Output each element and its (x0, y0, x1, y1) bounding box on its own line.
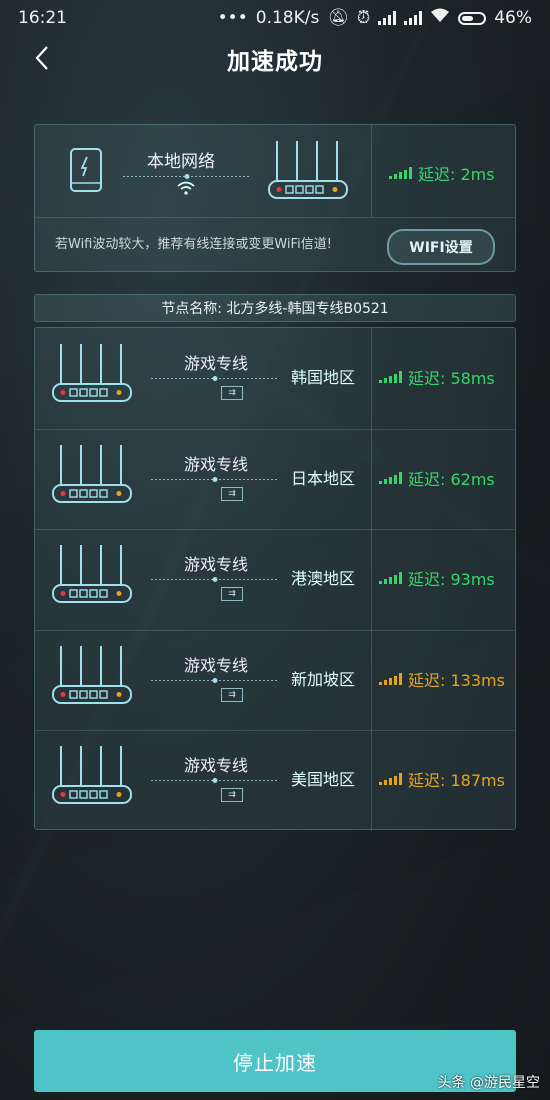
latency-bars-icon (379, 471, 402, 484)
route-latency: 延迟: 187ms (379, 767, 505, 791)
route-connection-line (151, 376, 279, 381)
page-title: 加速成功 (227, 49, 323, 75)
latency-bars-icon (389, 167, 412, 179)
network-speed: 0.18K/s (255, 8, 320, 28)
battery-level: 46% (494, 8, 532, 28)
status-time: 16:21 (18, 8, 67, 28)
local-latency-text: 延迟: 2ms (418, 165, 495, 184)
route-arrow-icon: ⇉ (221, 486, 243, 501)
local-connection-line (123, 174, 251, 179)
route-region: 新加坡区 (291, 669, 356, 689)
phone-icon (70, 148, 102, 192)
more-dots-icon: ••• (217, 8, 248, 28)
router-icon (52, 746, 132, 805)
route-latency: 延迟: 133ms (379, 667, 505, 691)
latency-divider (371, 125, 372, 217)
latency-bars-icon (379, 371, 402, 383)
route-latency-text: 延迟: 58ms (408, 369, 495, 388)
route-line-label: 游戏专线 (183, 655, 248, 675)
router-icon (52, 444, 132, 503)
route-latency-text: 延迟: 93ms (408, 570, 495, 590)
local-network-label: 本地网络 (147, 152, 215, 172)
mute-icon: 🔕︎ (327, 8, 349, 28)
route-connection-line (151, 577, 279, 583)
route-connection-line (151, 677, 279, 683)
status-bar: 16:21 ••• 0.18K/s 🔕︎ ⏰︎ 46% (0, 0, 550, 36)
route-latency: 延迟: 93ms (379, 566, 495, 590)
router-icon (52, 344, 132, 402)
route-line-label: 游戏专线 (183, 555, 248, 575)
route-list: 游戏专线 ⇉ 韩国地区 延迟: 58ms 游戏专线 ⇉ 日本地区 延迟: 62m… (34, 327, 516, 831)
route-latency: 延迟: 62ms (379, 466, 495, 490)
node-name: 节点名称: 北方多线-韩国专线B0521 (161, 301, 389, 317)
route-row: 游戏专线 ⇉ 新加坡区 延迟: 133ms (35, 630, 515, 730)
local-network-row: 本地网络 延迟: 2ms (35, 125, 515, 217)
signal-icon-2 (404, 11, 423, 25)
wifi-settings-button[interactable]: WIFI设置 (387, 229, 495, 265)
local-network-panel: 本地网络 延迟: 2ms 若Wifi波动较大，推荐有线连接或变更WiFi信道! … (34, 124, 516, 272)
watermark: 头条 @游民星空 (437, 1075, 540, 1091)
latency-bars-icon (379, 773, 402, 786)
route-arrow-icon: ⇉ (221, 386, 243, 400)
route-connection-line (151, 476, 279, 482)
route-latency-text: 延迟: 187ms (408, 771, 505, 791)
route-connection-line (151, 778, 279, 784)
local-panel-separator (35, 217, 515, 218)
local-latency: 延迟: 2ms (389, 161, 495, 185)
router-icon (52, 645, 132, 704)
route-region: 美国地区 (291, 770, 356, 790)
latency-bars-icon (379, 572, 402, 585)
router-icon (52, 545, 132, 604)
route-line-label: 游戏专线 (183, 354, 248, 373)
route-latency-text: 延迟: 133ms (408, 670, 505, 690)
nav-bar: 加速成功 (0, 36, 550, 80)
wifi-icon (177, 181, 195, 195)
route-row: 游戏专线 ⇉ 美国地区 延迟: 187ms (35, 730, 515, 830)
route-row: 游戏专线 ⇉ 日本地区 延迟: 62ms (35, 429, 515, 529)
node-name-bar: 节点名称: 北方多线-韩国专线B0521 (34, 294, 516, 322)
route-region: 韩国地区 (291, 368, 356, 387)
route-line-label: 游戏专线 (183, 756, 248, 776)
latency-bars-icon (379, 672, 402, 685)
route-row: 游戏专线 ⇉ 港澳地区 延迟: 93ms (35, 529, 515, 629)
route-row: 游戏专线 ⇉ 韩国地区 延迟: 58ms (35, 328, 515, 428)
router-icon (268, 141, 348, 199)
route-latency-text: 延迟: 62ms (408, 469, 495, 489)
route-region: 港澳地区 (291, 569, 356, 589)
route-arrow-icon: ⇉ (221, 687, 243, 702)
status-icons: ••• 0.18K/s 🔕︎ ⏰︎ 46% (218, 8, 532, 28)
alarm-icon: ⏰︎ (356, 8, 371, 28)
wifi-tip: 若Wifi波动较大，推荐有线连接或变更WiFi信道! (55, 237, 332, 252)
route-line-label: 游戏专线 (183, 454, 248, 474)
route-arrow-icon: ⇉ (221, 788, 243, 803)
route-latency: 延迟: 58ms (379, 365, 495, 389)
wifi-status-icon (430, 8, 450, 28)
battery-icon (458, 11, 487, 25)
route-region: 日本地区 (291, 468, 356, 488)
signal-icon (378, 11, 397, 25)
route-arrow-icon: ⇉ (221, 587, 243, 602)
